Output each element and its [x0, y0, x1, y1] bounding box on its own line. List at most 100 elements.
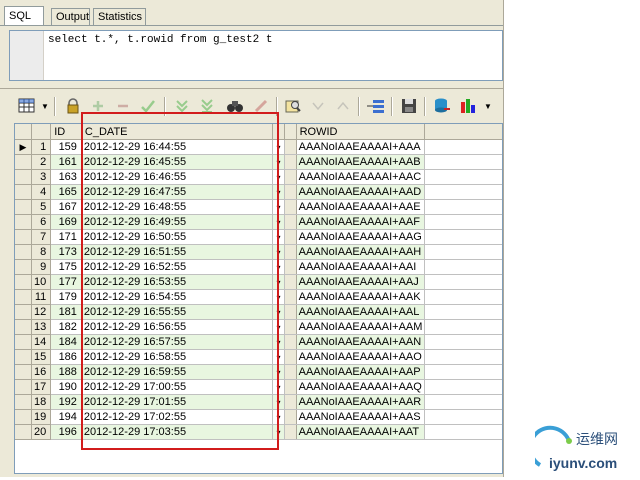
cell-id[interactable]: 161	[50, 154, 82, 170]
cell-id[interactable]: 184	[50, 334, 82, 350]
cell-rowid[interactable]: AAANoIAAEAAAAI+AAN	[296, 334, 426, 350]
cell-rowid[interactable]: AAANoIAAEAAAAI+AAM	[296, 319, 426, 335]
row-number[interactable]: 17	[31, 379, 52, 395]
cell-c-date[interactable]: 2012-12-29 16:48:55	[81, 199, 274, 215]
cell-c-date[interactable]: 2012-12-29 16:53:55	[81, 274, 274, 290]
dropdown-icon[interactable]: ▾	[272, 184, 285, 200]
cell-rowid[interactable]: AAANoIAAEAAAAI+AAJ	[296, 274, 426, 290]
cell-c-date[interactable]: 2012-12-29 16:55:55	[81, 304, 274, 320]
table-row[interactable]: 18 192 2012-12-29 17:01:55 ▾ AAANoIAAEAAAAI+…	[15, 394, 502, 410]
table-row[interactable]: 20 196 2012-12-29 17:03:55 ▾ AAANoIAAEAAAAI+…	[15, 424, 502, 440]
cell-c-date[interactable]: 2012-12-29 17:03:55	[81, 424, 274, 440]
dropdown-icon[interactable]: ▾	[272, 319, 285, 335]
dropdown-icon[interactable]: ▾	[272, 304, 285, 320]
cell-rowid[interactable]: AAANoIAAEAAAAI+AAQ	[296, 379, 426, 395]
table-row[interactable]: 6 169 2012-12-29 16:49:55 ▾ AAANoIAAEAAAAI+A…	[15, 214, 502, 230]
cell-rowid[interactable]: AAANoIAAEAAAAI+AAO	[296, 349, 426, 365]
cell-id[interactable]: 179	[50, 289, 82, 305]
cell-c-date[interactable]: 2012-12-29 16:47:55	[81, 184, 274, 200]
cell-rowid[interactable]: AAANoIAAEAAAAI+AAR	[296, 394, 426, 410]
dropdown-icon[interactable]: ▾	[272, 229, 285, 245]
table-row[interactable]: 10 177 2012-12-29 16:53:55 ▾ AAANoIAAEAAAAI+…	[15, 274, 502, 290]
dropdown-icon[interactable]: ▾	[272, 214, 285, 230]
column-header-id[interactable]: ID	[50, 124, 82, 140]
column-header-c-date[interactable]: C_DATE	[81, 124, 274, 140]
row-number[interactable]: 6	[31, 214, 52, 230]
find-icon[interactable]	[224, 95, 246, 117]
post-changes-icon[interactable]	[137, 95, 159, 117]
cell-c-date[interactable]: 2012-12-29 16:52:55	[81, 259, 274, 275]
dropdown-icon[interactable]: ▾	[272, 379, 285, 395]
column-header-rowid[interactable]: ROWID	[296, 124, 426, 140]
cell-rowid[interactable]: AAANoIAAEAAAAI+AAP	[296, 364, 426, 380]
tab-output[interactable]: Output	[51, 8, 90, 25]
last-record-icon[interactable]	[196, 95, 218, 117]
query-by-example-icon[interactable]	[282, 95, 304, 117]
cell-id[interactable]: 182	[50, 319, 82, 335]
table-row[interactable]: 13 182 2012-12-29 16:56:55 ▾ AAANoIAAEAAAAI+…	[15, 319, 502, 335]
row-number[interactable]: 20	[31, 424, 52, 440]
cell-c-date[interactable]: 2012-12-29 16:54:55	[81, 289, 274, 305]
row-number[interactable]: 9	[31, 259, 52, 275]
row-number[interactable]: 8	[31, 244, 52, 260]
next-icon[interactable]	[332, 95, 354, 117]
single-record-view-icon[interactable]	[365, 95, 387, 117]
table-row[interactable]: 15 186 2012-12-29 16:58:55 ▾ AAANoIAAEAAAAI+…	[15, 349, 502, 365]
table-row[interactable]: 14 184 2012-12-29 16:57:55 ▾ AAANoIAAEAAAAI+…	[15, 334, 502, 350]
cell-id[interactable]: 171	[50, 229, 82, 245]
table-row[interactable]: 3 163 2012-12-29 16:46:55 ▾ AAANoIAAEAAAAI+A…	[15, 169, 502, 185]
row-number[interactable]: 2	[31, 154, 52, 170]
clear-icon[interactable]	[250, 95, 272, 117]
cell-id[interactable]: 165	[50, 184, 82, 200]
dropdown-icon[interactable]: ▾	[272, 154, 285, 170]
cell-id[interactable]: 159	[50, 139, 82, 155]
cell-id[interactable]: 192	[50, 394, 82, 410]
sql-text[interactable]: select t.*, t.rowid from g_test2 t	[48, 34, 272, 46]
cell-c-date[interactable]: 2012-12-29 16:56:55	[81, 319, 274, 335]
dropdown-icon[interactable]: ▾	[272, 289, 285, 305]
cell-c-date[interactable]: 2012-12-29 16:45:55	[81, 154, 274, 170]
cell-id[interactable]: 173	[50, 244, 82, 260]
dropdown-icon[interactable]: ▾	[272, 409, 285, 425]
cell-c-date[interactable]: 2012-12-29 16:44:55	[81, 139, 274, 155]
cell-id[interactable]: 190	[50, 379, 82, 395]
grid-view-icon[interactable]	[16, 95, 38, 117]
cell-rowid[interactable]: AAANoIAAEAAAAI+AAT	[296, 424, 426, 440]
table-row[interactable]: 9 175 2012-12-29 16:52:55 ▾ AAANoIAAEAAAAI+A…	[15, 259, 502, 275]
cell-c-date[interactable]: 2012-12-29 16:57:55	[81, 334, 274, 350]
row-number[interactable]: 5	[31, 199, 52, 215]
dropdown-icon[interactable]: ▾	[272, 199, 285, 215]
tab-statistics[interactable]: Statistics	[93, 8, 146, 25]
previous-icon[interactable]	[307, 95, 329, 117]
table-row[interactable]: 17 190 2012-12-29 17:00:55 ▾ AAANoIAAEAAAAI+…	[15, 379, 502, 395]
sql-editor[interactable]: select t.*, t.rowid from g_test2 t	[9, 30, 503, 81]
cell-rowid[interactable]: AAANoIAAEAAAAI+AAI	[296, 259, 426, 275]
row-number[interactable]: 16	[31, 364, 52, 380]
export-icon[interactable]	[431, 95, 453, 117]
row-number[interactable]: 11	[31, 289, 52, 305]
cell-c-date[interactable]: 2012-12-29 16:59:55	[81, 364, 274, 380]
tab-sql[interactable]: SQL	[4, 6, 44, 26]
save-icon[interactable]	[398, 95, 420, 117]
cell-rowid[interactable]: AAANoIAAEAAAAI+AAC	[296, 169, 426, 185]
cell-id[interactable]: 188	[50, 364, 82, 380]
cell-c-date[interactable]: 2012-12-29 16:46:55	[81, 169, 274, 185]
row-number[interactable]: 7	[31, 229, 52, 245]
cell-id[interactable]: 163	[50, 169, 82, 185]
table-row[interactable]: 7 171 2012-12-29 16:50:55 ▾ AAANoIAAEAAAAI+A…	[15, 229, 502, 245]
table-row[interactable]: 12 181 2012-12-29 16:55:55 ▾ AAANoIAAEAAAAI+…	[15, 304, 502, 320]
row-number[interactable]: 18	[31, 394, 52, 410]
table-row[interactable]: 19 194 2012-12-29 17:02:55 ▾ AAANoIAAEAAAAI+…	[15, 409, 502, 425]
cell-id[interactable]: 186	[50, 349, 82, 365]
splitter[interactable]	[0, 88, 503, 89]
row-number[interactable]: 1	[31, 139, 52, 155]
lock-icon[interactable]	[62, 95, 84, 117]
table-row[interactable]: 2 161 2012-12-29 16:45:55 ▾ AAANoIAAEAAAAI+A…	[15, 154, 502, 170]
cell-id[interactable]: 194	[50, 409, 82, 425]
row-number[interactable]: 12	[31, 304, 52, 320]
cell-rowid[interactable]: AAANoIAAEAAAAI+AAD	[296, 184, 426, 200]
cell-id[interactable]: 181	[50, 304, 82, 320]
dropdown-icon[interactable]: ▾	[272, 349, 285, 365]
table-row[interactable]: 5 167 2012-12-29 16:48:55 ▾ AAANoIAAEAAAAI+A…	[15, 199, 502, 215]
cell-rowid[interactable]: AAANoIAAEAAAAI+AAS	[296, 409, 426, 425]
